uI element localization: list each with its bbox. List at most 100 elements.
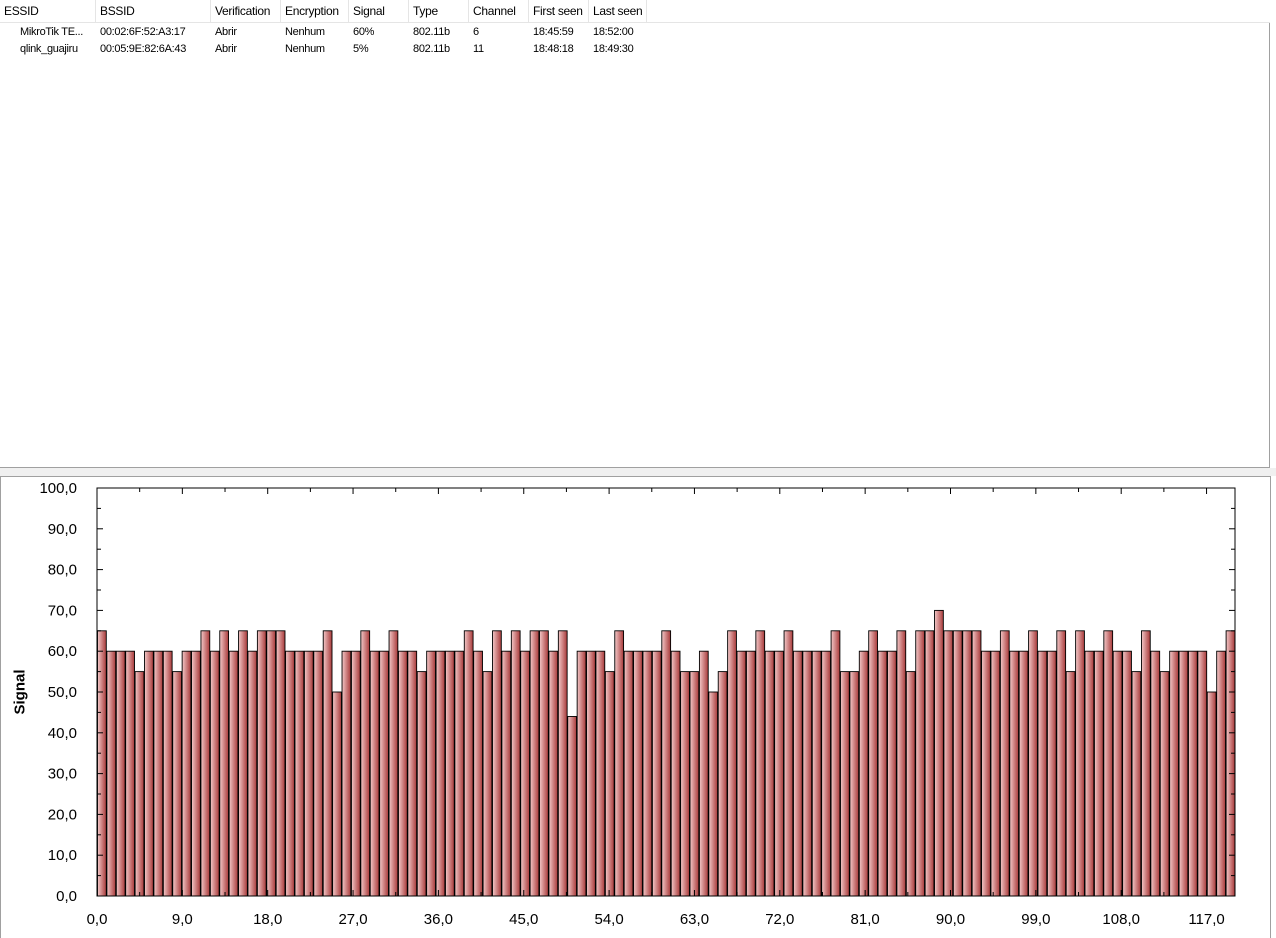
x-tick-label: 108,0 [1102, 911, 1140, 928]
x-tick-label: 81,0 [851, 911, 880, 928]
bar [350, 650, 361, 897]
bar [539, 630, 549, 897]
y-tick-label: 70,0 [48, 602, 77, 619]
bar [322, 630, 333, 897]
bar [661, 630, 672, 897]
x-tick-label: 45,0 [509, 911, 538, 928]
bar [520, 650, 530, 897]
bar [115, 650, 126, 897]
bar [1216, 650, 1226, 897]
bar [755, 630, 766, 897]
bar [595, 650, 606, 897]
bar [981, 650, 991, 897]
bar [1084, 650, 1095, 897]
bar [1028, 630, 1038, 897]
bar [162, 650, 173, 897]
bar [557, 630, 568, 897]
x-tick-label: 36,0 [424, 911, 453, 928]
bar [426, 650, 436, 897]
bar [1037, 650, 1048, 897]
bar [1018, 650, 1029, 897]
bar [219, 630, 230, 897]
y-tick-label: 20,0 [48, 806, 77, 823]
bar [1093, 650, 1104, 897]
bar [943, 630, 954, 897]
bar [266, 630, 277, 897]
bar [576, 650, 587, 897]
bar [341, 650, 352, 897]
bar [924, 630, 935, 897]
y-tick-label: 10,0 [48, 847, 77, 864]
bar [793, 650, 803, 897]
bar [1065, 671, 1076, 897]
y-tick-label: 40,0 [48, 725, 77, 742]
bar [285, 650, 295, 897]
x-tick-label: 54,0 [594, 911, 623, 928]
bar [200, 630, 211, 897]
bar [1056, 630, 1067, 897]
bar [877, 650, 888, 897]
bar [1103, 630, 1114, 897]
x-tick-label: 9,0 [172, 911, 193, 928]
bar [934, 609, 944, 897]
bar [1225, 630, 1236, 897]
bar [971, 630, 982, 897]
bar [1188, 650, 1198, 897]
bar [896, 630, 907, 897]
bar [228, 650, 239, 897]
y-tick-label: 100,0 [39, 480, 77, 497]
bar [548, 650, 559, 897]
bar [134, 671, 145, 897]
bar [1159, 671, 1170, 897]
bar [840, 671, 850, 897]
bar [1075, 630, 1085, 897]
bar [952, 630, 963, 897]
x-tick-label: 63,0 [680, 911, 709, 928]
x-tick-label: 117,0 [1188, 911, 1224, 928]
bar [125, 650, 135, 897]
bar [811, 650, 822, 897]
y-tick-label: 50,0 [48, 684, 77, 701]
bar [717, 671, 728, 897]
bar [172, 671, 182, 897]
bar [332, 691, 342, 897]
bar [97, 630, 107, 897]
bar [256, 630, 267, 897]
bar [745, 650, 756, 897]
bar [473, 650, 483, 897]
bar [567, 716, 578, 897]
bar [689, 671, 700, 897]
bar [294, 650, 305, 897]
bar [313, 650, 324, 897]
bar [736, 650, 747, 897]
bar [1122, 650, 1132, 897]
bar [238, 630, 248, 897]
bar [398, 650, 408, 897]
y-tick-label: 0,0 [56, 888, 77, 905]
bar [698, 650, 709, 897]
x-tick-label: 72,0 [765, 911, 794, 928]
bar [868, 630, 878, 897]
bar [680, 671, 690, 897]
bar [303, 650, 314, 897]
signal-chart: 0,0 10,0 20,0 30,0 40,0 50,0 60,0 70,0 80,0 90,0 1… [39, 480, 1236, 928]
bar [1046, 650, 1057, 897]
bar [586, 650, 596, 897]
bar [1169, 650, 1179, 897]
bar [1150, 650, 1161, 897]
bar [1140, 630, 1151, 897]
x-tick-label: 99,0 [1021, 911, 1050, 928]
bar [529, 630, 540, 897]
bar [642, 650, 653, 897]
bar [106, 650, 117, 897]
bar [482, 671, 493, 897]
bar [614, 630, 625, 897]
bar [821, 650, 831, 897]
bar [651, 650, 662, 897]
x-tick-label: 90,0 [936, 911, 965, 928]
bar [670, 650, 681, 897]
bar [1112, 650, 1123, 897]
bar [416, 671, 427, 897]
bar [1009, 650, 1020, 897]
bar [153, 650, 164, 897]
